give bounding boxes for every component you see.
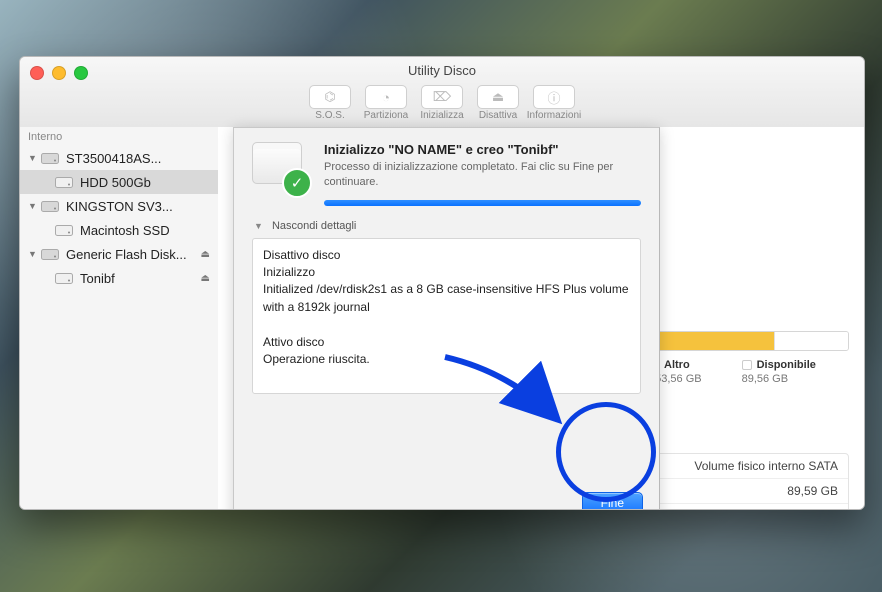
toolbar-label: Inizializza bbox=[414, 110, 470, 121]
drive-icon bbox=[40, 246, 60, 262]
drive-icon bbox=[54, 270, 74, 286]
item-label: Macintosh SSD bbox=[80, 223, 210, 238]
usage-chunk bbox=[650, 332, 774, 350]
eject-icon[interactable]: ⏏ bbox=[201, 249, 210, 260]
drive-icon bbox=[40, 198, 60, 214]
toolbar-label: S.O.S. bbox=[302, 110, 358, 121]
toolbar-info-button[interactable]: ⓘInformazioni bbox=[526, 85, 582, 121]
sheet-drive-icon: ✓ bbox=[252, 142, 308, 194]
details-toggle[interactable]: ▼ Nascondi dettagli bbox=[254, 220, 641, 232]
eject-icon[interactable]: ⏏ bbox=[201, 273, 210, 284]
usage-chunk bbox=[774, 332, 848, 350]
disk-tree: ▼ ST3500418AS... HDD 500Gb ▼ KINGSTON SV3...… bbox=[20, 146, 218, 290]
disk-utility-window: Utility Disco ⌬S.O.S.◔Partiziona⌦Inizial… bbox=[19, 56, 865, 510]
legend-label: Disponibile bbox=[757, 359, 816, 371]
details-toggle-label: Nascondi dettagli bbox=[272, 220, 356, 232]
disattiva-icon: ⏏ bbox=[477, 85, 519, 109]
desktop: Utility Disco ⌬S.O.S.◔Partiziona⌦Inizial… bbox=[0, 0, 882, 592]
drive-icon bbox=[40, 150, 60, 166]
legend-value: 89,56 GB bbox=[742, 373, 816, 385]
toolbar-label: Partiziona bbox=[358, 110, 414, 121]
item-label: Tonibf bbox=[80, 271, 201, 286]
detail-value: 89,59 GB bbox=[787, 484, 838, 498]
info-icon: ⓘ bbox=[533, 85, 575, 109]
chevron-down-icon: ▼ bbox=[28, 201, 38, 211]
sidebar-volume[interactable]: Macintosh SSD bbox=[20, 218, 218, 242]
success-badge-icon: ✓ bbox=[282, 168, 312, 198]
chevron-down-icon: ▼ bbox=[28, 153, 38, 163]
chevron-down-icon: ▼ bbox=[254, 221, 263, 231]
toolbar-inizializza-button[interactable]: ⌦Inizializza bbox=[414, 85, 470, 121]
detail-value: Abilitato bbox=[795, 509, 838, 510]
item-label: ST3500418AS... bbox=[66, 151, 210, 166]
progress-bar bbox=[324, 200, 641, 206]
window-title: Utility Disco bbox=[20, 63, 864, 78]
usage-legend: Altro153,56 GBDisponibile89,56 GB bbox=[649, 359, 849, 385]
toolbar-label: Disattiva bbox=[470, 110, 526, 121]
partiziona-icon: ◔ bbox=[365, 85, 407, 109]
sidebar-volume[interactable]: Tonibf⏏ bbox=[20, 266, 218, 290]
titlebar: Utility Disco ⌬S.O.S.◔Partiziona⌦Inizial… bbox=[20, 57, 864, 128]
toolbar-label: Informazioni bbox=[526, 110, 582, 121]
usage-bar bbox=[649, 331, 849, 351]
usage-block: Altro153,56 GBDisponibile89,56 GB bbox=[649, 331, 849, 385]
toolbar-disattiva-button[interactable]: ⏏Disattiva bbox=[470, 85, 526, 121]
sos-icon: ⌬ bbox=[309, 85, 351, 109]
sidebar-disk[interactable]: ▼ ST3500418AS... bbox=[20, 146, 218, 170]
drive-icon bbox=[54, 174, 74, 190]
erase-sheet: ✓ Inizializzo "NO NAME" e creo "Tonibf" … bbox=[233, 127, 660, 510]
item-label: HDD 500Gb bbox=[80, 175, 210, 190]
item-label: Generic Flash Disk... bbox=[66, 247, 201, 262]
chevron-down-icon: ▼ bbox=[28, 249, 38, 259]
sidebar-disk[interactable]: ▼ KINGSTON SV3... bbox=[20, 194, 218, 218]
toolbar-sos-button[interactable]: ⌬S.O.S. bbox=[302, 85, 358, 121]
legend-label: Altro bbox=[664, 359, 690, 371]
inizializza-icon: ⌦ bbox=[421, 85, 463, 109]
toolbar: ⌬S.O.S.◔Partiziona⌦Inizializza⏏Disattiva… bbox=[20, 85, 864, 121]
drive-icon bbox=[54, 222, 74, 238]
log-output: Disattivo disco Inizializzo Initialized … bbox=[252, 238, 641, 394]
sidebar-disk[interactable]: ▼ Generic Flash Disk...⏏ bbox=[20, 242, 218, 266]
detail-value: Volume fisico interno SATA bbox=[694, 459, 838, 473]
item-label: KINGSTON SV3... bbox=[66, 199, 210, 214]
legend-item: Disponibile 89,56 GB bbox=[742, 359, 816, 385]
toolbar-partiziona-button[interactable]: ◔Partiziona bbox=[358, 85, 414, 121]
sheet-title: Inizializzo "NO NAME" e creo "Tonibf" bbox=[324, 142, 641, 157]
sidebar-section-label: Interno bbox=[20, 127, 218, 146]
sheet-subtitle: Processo di inizializzazione completato.… bbox=[324, 160, 641, 190]
sidebar-volume[interactable]: HDD 500Gb bbox=[20, 170, 218, 194]
done-button[interactable]: Fine bbox=[582, 492, 643, 510]
sidebar: Interno ▼ ST3500418AS... HDD 500Gb ▼ KINGSTO… bbox=[20, 127, 219, 509]
